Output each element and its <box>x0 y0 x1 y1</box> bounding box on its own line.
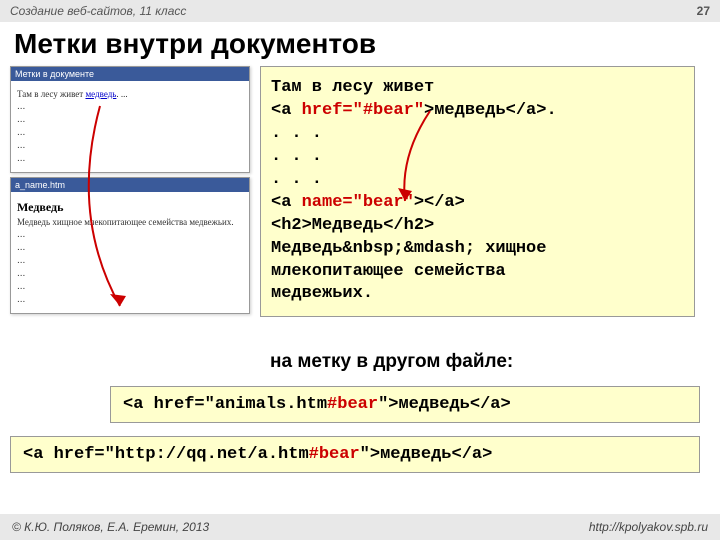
thumb-2-heading: Медведь <box>17 200 243 215</box>
content-area: Метки в документе Там в лесу живет медве… <box>0 66 720 466</box>
code-line: . . . <box>271 169 684 192</box>
dots: ... <box>17 281 243 292</box>
thumb-2: a_name.htm Медведь Медведь хищное млекоп… <box>10 177 250 314</box>
code-example-main: Там в лесу живет <a href="#bear">медведь… <box>260 66 695 317</box>
dots: ... <box>17 242 243 253</box>
dots: ... <box>17 140 243 151</box>
code-line: Медведь&nbsp;&mdash; хищное <box>271 238 684 261</box>
thumb-2-body: Медведь Медведь хищное млекопитающее сем… <box>11 192 249 313</box>
slide-title: Метки внутри документов <box>0 22 720 66</box>
code-line: . . . <box>271 123 684 146</box>
dots: ... <box>17 255 243 266</box>
name-anchor: name="bear" <box>302 193 414 212</box>
code-line: медвежьих. <box>271 283 684 306</box>
code-line: . . . <box>271 146 684 169</box>
hash-fragment: #bear <box>327 395 378 414</box>
dots: ... <box>17 114 243 125</box>
code-line: <a name="bear"></a> <box>271 192 684 215</box>
dots: ... <box>17 268 243 279</box>
copyright: © К.Ю. Поляков, Е.А. Еремин, 2013 <box>12 520 209 534</box>
thumb-2-text: Медведь хищное млекопитающее семейства м… <box>17 217 243 227</box>
code-line: <a href="#bear">медведь</a>. <box>271 100 684 123</box>
thumb-2-titlebar: a_name.htm <box>11 178 249 192</box>
code-line: <h2>Медведь</h2> <box>271 215 684 238</box>
thumb-1: Метки в документе Там в лесу живет медве… <box>10 66 250 173</box>
dots: ... <box>17 127 243 138</box>
browser-thumbnails: Метки в документе Там в лесу живет медве… <box>10 66 250 318</box>
page-number: 27 <box>697 4 710 18</box>
slide-header: Создание веб-сайтов, 11 класс 27 <box>0 0 720 22</box>
thumb-1-body: Там в лесу живет медведь. ... ... ... ..… <box>11 81 249 172</box>
dots: ... <box>17 294 243 305</box>
course-label: Создание веб-сайтов, 11 класс <box>10 4 186 18</box>
code-example-2: <a href="animals.htm#bear">медведь</a> <box>110 386 700 423</box>
thumb-1-line: Там в лесу живет медведь. ... <box>17 89 243 99</box>
dots: ... <box>17 153 243 164</box>
code-example-3: <a href="http://qq.net/a.htm#bear">медве… <box>10 436 700 473</box>
dots: ... <box>17 101 243 112</box>
hash-fragment: #bear <box>309 445 360 464</box>
code-line: млекопитающее семейства <box>271 261 684 284</box>
code-line: Там в лесу живет <box>271 77 684 100</box>
dots: ... <box>17 229 243 240</box>
slide-footer: © К.Ю. Поляков, Е.А. Еремин, 2013 http:/… <box>0 514 720 540</box>
thumb-1-titlebar: Метки в документе <box>11 67 249 81</box>
footer-url: http://kpolyakov.spb.ru <box>589 520 708 534</box>
href-anchor: href="#bear" <box>302 101 424 120</box>
subtitle-other-file: на метку в другом файле: <box>270 351 513 373</box>
thumb-1-link: медведь <box>85 89 116 99</box>
